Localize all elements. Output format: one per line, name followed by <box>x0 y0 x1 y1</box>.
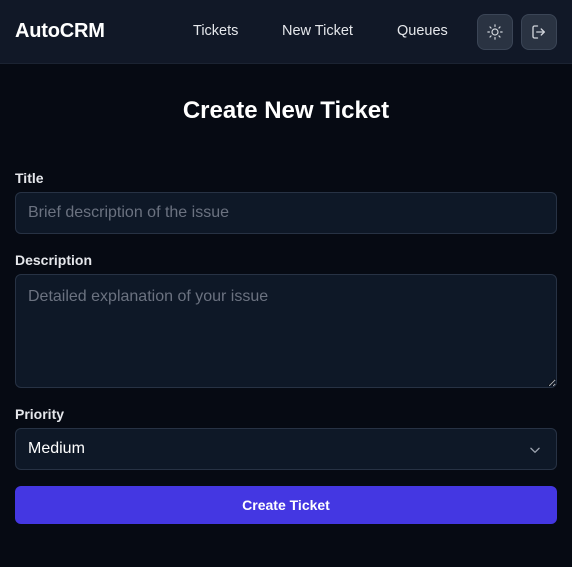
description-label: Description <box>15 252 93 268</box>
theme-toggle-button[interactable] <box>477 14 513 50</box>
app-brand[interactable]: AutoCRM <box>15 20 105 43</box>
nav-link-queues[interactable]: Queues <box>397 23 448 39</box>
chevron-down-icon <box>530 447 540 453</box>
nav-link-new-ticket[interactable]: New Ticket <box>282 23 353 39</box>
nav-link-tickets[interactable]: Tickets <box>193 23 238 39</box>
sun-icon <box>487 24 503 40</box>
create-ticket-button[interactable]: Create Ticket <box>15 486 557 524</box>
logout-button[interactable] <box>521 14 557 50</box>
logout-icon <box>532 25 545 39</box>
title-input[interactable] <box>15 192 557 234</box>
page-title: Create New Ticket <box>182 97 390 124</box>
top-navbar: AutoCRM Tickets New Ticket Queues <box>0 0 572 64</box>
priority-select[interactable]: Medium <box>15 428 557 470</box>
description-textarea[interactable] <box>15 274 557 388</box>
title-label: Title <box>15 170 44 186</box>
priority-selected-value: Medium <box>28 440 85 457</box>
priority-label: Priority <box>15 406 65 422</box>
